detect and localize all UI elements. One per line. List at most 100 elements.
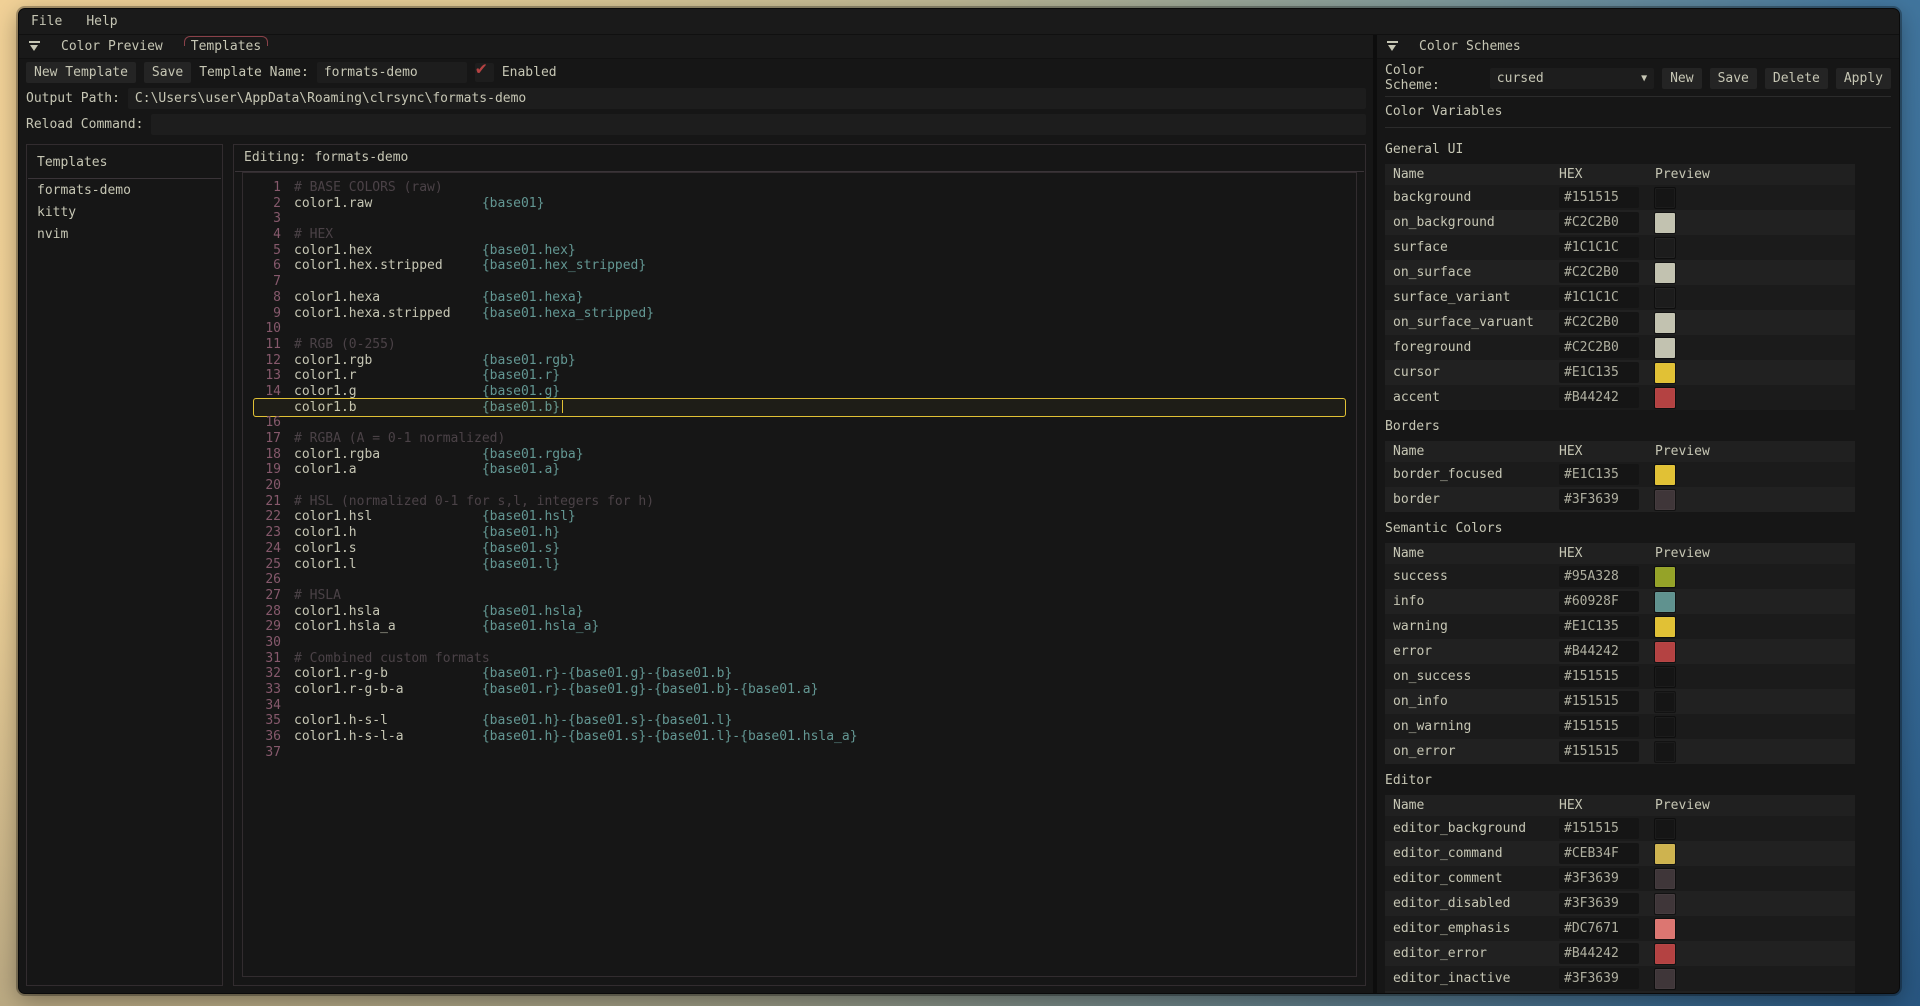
hex-input[interactable]: #151515 [1559, 691, 1639, 712]
editor-line[interactable]: 24color1.s {base01.s} [247, 541, 1352, 557]
color-swatch[interactable] [1655, 894, 1675, 914]
color-swatch[interactable] [1655, 338, 1675, 358]
color-swatch[interactable] [1655, 592, 1675, 612]
editor-line[interactable]: 20 [247, 478, 1352, 494]
hex-input[interactable]: #3F3639 [1559, 868, 1639, 889]
template-list-item-kitty[interactable]: kitty [27, 201, 222, 223]
template-list-item-formats-demo[interactable]: formats-demo [27, 179, 222, 201]
color-swatch[interactable] [1655, 188, 1675, 208]
editor-line[interactable]: 35color1.h-s-l {base01.h}-{base01.s}-{ba… [247, 713, 1352, 729]
editor-line[interactable]: 28color1.hsla {base01.hsla} [247, 604, 1352, 620]
color-swatch[interactable] [1655, 844, 1675, 864]
save-template-button[interactable]: Save [144, 62, 191, 83]
editor-line[interactable]: 37 [247, 745, 1352, 761]
template-code-editor[interactable]: 1# BASE COLORS (raw)2color1.raw {base01}… [242, 172, 1357, 977]
section-header-borders[interactable]: Borders [1385, 417, 1855, 437]
color-swatch[interactable] [1655, 363, 1675, 383]
editor-line[interactable]: 2color1.raw {base01} [247, 196, 1352, 212]
editor-line[interactable]: 18color1.rgba {base01.rgba} [247, 447, 1352, 463]
enabled-checkbox[interactable]: ✔ [475, 63, 494, 82]
color-swatch[interactable] [1655, 642, 1675, 662]
color-swatch[interactable] [1655, 263, 1675, 283]
editor-line[interactable]: 30 [247, 635, 1352, 651]
editor-line[interactable]: 1# BASE COLORS (raw) [247, 180, 1352, 196]
hex-input[interactable]: #CEB34F [1559, 843, 1639, 864]
editor-line[interactable]: 6color1.hex.stripped {base01.hex_strippe… [247, 258, 1352, 274]
hex-input[interactable]: #C2C2B0 [1559, 337, 1639, 358]
editor-line[interactable]: 10 [247, 321, 1352, 337]
color-swatch[interactable] [1655, 742, 1675, 762]
editor-line[interactable]: 13color1.r {base01.r} [247, 368, 1352, 384]
editor-line[interactable]: 27# HSLA [247, 588, 1352, 604]
hex-input[interactable]: #95A328 [1559, 566, 1639, 587]
color-swatch[interactable] [1655, 238, 1675, 258]
hex-input[interactable]: #151515 [1559, 666, 1639, 687]
hex-input[interactable]: #B44242 [1559, 387, 1639, 408]
hex-input[interactable]: #DC7671 [1559, 918, 1639, 939]
editor-line[interactable]: 11# RGB (0-255) [247, 337, 1352, 353]
color-swatch[interactable] [1655, 288, 1675, 308]
hex-input[interactable]: #3F3639 [1559, 968, 1639, 989]
apply-scheme-button[interactable]: Apply [1836, 68, 1891, 89]
hex-input[interactable]: #C2C2B0 [1559, 262, 1639, 283]
new-template-button[interactable]: New Template [26, 62, 136, 83]
delete-scheme-button[interactable]: Delete [1765, 68, 1828, 89]
collapse-arrow-icon[interactable] [29, 41, 40, 52]
color-swatch[interactable] [1655, 869, 1675, 889]
tab-color-preview[interactable]: Color Preview [54, 36, 170, 57]
section-header-editor[interactable]: Editor [1385, 771, 1855, 791]
editor-line[interactable]: 25color1.l {base01.l} [247, 557, 1352, 573]
template-name-input[interactable]: formats-demo [317, 62, 467, 83]
hex-input[interactable]: #B44242 [1559, 943, 1639, 964]
hex-input[interactable]: #E1C135 [1559, 464, 1639, 485]
editor-line[interactable]: 22color1.hsl {base01.hsl} [247, 509, 1352, 525]
editor-line[interactable]: 8color1.hexa {base01.hexa} [247, 290, 1352, 306]
color-scheme-combo[interactable]: cursed ▼ [1490, 68, 1654, 89]
color-swatch[interactable] [1655, 667, 1675, 687]
editor-line[interactable]: 9color1.hexa.stripped {base01.hexa_strip… [247, 306, 1352, 322]
color-swatch[interactable] [1655, 692, 1675, 712]
hex-input[interactable]: #C2C2B0 [1559, 312, 1639, 333]
editor-line[interactable]: 32color1.r-g-b {base01.r}-{base01.g}-{ba… [247, 666, 1352, 682]
editor-line[interactable]: 7 [247, 274, 1352, 290]
hex-input[interactable]: #60928F [1559, 591, 1639, 612]
section-header-semantic-colors[interactable]: Semantic Colors [1385, 519, 1855, 539]
editor-line[interactable]: 23color1.h {base01.h} [247, 525, 1352, 541]
color-swatch[interactable] [1655, 919, 1675, 939]
hex-input[interactable]: #E1C135 [1559, 616, 1639, 637]
new-scheme-button[interactable]: New [1662, 68, 1701, 89]
editor-line[interactable]: 36color1.h-s-l-a {base01.h}-{base01.s}-{… [247, 729, 1352, 745]
hex-input[interactable]: #B44242 [1559, 641, 1639, 662]
color-swatch[interactable] [1655, 717, 1675, 737]
color-swatch[interactable] [1655, 313, 1675, 333]
color-swatch[interactable] [1655, 465, 1675, 485]
hex-input[interactable]: #151515 [1559, 716, 1639, 737]
editor-line[interactable]: 5color1.hex {base01.hex} [247, 243, 1352, 259]
reload-command-input[interactable] [151, 114, 1366, 135]
editor-line[interactable]: 3 [247, 211, 1352, 227]
section-header-general-ui[interactable]: General UI [1385, 140, 1855, 160]
color-swatch[interactable] [1655, 969, 1675, 989]
editor-line[interactable]: 34 [247, 698, 1352, 714]
editor-line[interactable]: 31# Combined custom formats [247, 651, 1352, 667]
editor-line[interactable]: 16 [247, 415, 1352, 431]
menu-item-help[interactable]: Help [86, 14, 117, 29]
color-swatch[interactable] [1655, 617, 1675, 637]
hex-input[interactable]: #3F3639 [1559, 893, 1639, 914]
color-swatch[interactable] [1655, 213, 1675, 233]
editor-line[interactable]: 19color1.a {base01.a} [247, 462, 1352, 478]
editor-line[interactable]: 17# RGBA (A = 0-1 normalized) [247, 431, 1352, 447]
editor-line[interactable]: 4# HEX [247, 227, 1352, 243]
color-swatch[interactable] [1655, 567, 1675, 587]
editor-active-line[interactable]: color1.b {base01.b} [247, 400, 1352, 416]
editor-line[interactable]: 29color1.hsla_a {base01.hsla_a} [247, 619, 1352, 635]
hex-input[interactable]: #E1C135 [1559, 362, 1639, 383]
hex-input[interactable]: #1C1C1C [1559, 237, 1639, 258]
color-swatch[interactable] [1655, 944, 1675, 964]
hex-input[interactable]: #C2C2B0 [1559, 212, 1639, 233]
save-scheme-button[interactable]: Save [1710, 68, 1757, 89]
collapse-arrow-icon[interactable] [1387, 41, 1398, 52]
hex-input[interactable]: #3F3639 [1559, 489, 1639, 510]
output-path-input[interactable]: C:\Users\user\AppData\Roaming\clrsync\fo… [128, 88, 1366, 109]
hex-input[interactable]: #151515 [1559, 818, 1639, 839]
